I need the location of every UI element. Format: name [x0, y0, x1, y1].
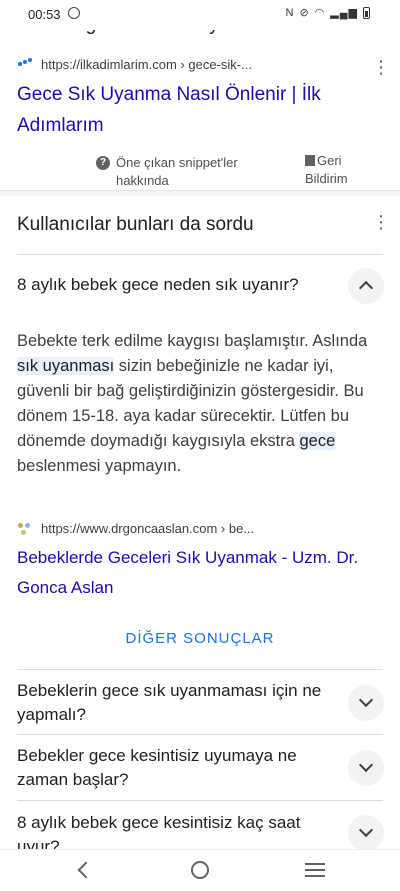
paa-heading: Kullanıcılar bunları da sordu: [17, 214, 254, 235]
answer-text: beslenmesi yapmayın.: [17, 457, 182, 475]
source-title-link[interactable]: Bebeklerde Geceleri Sık Uyanmak - Uzm. D…: [17, 543, 387, 603]
paa-question-expanded[interactable]: 8 aylık bebek gece neden sık uyanır?: [0, 266, 400, 306]
about-snippets-link[interactable]: ? Öne çıkan snippet'ler hakkında: [96, 154, 266, 190]
more-options-icon[interactable]: ⋮: [372, 58, 390, 76]
status-time: 00:53: [28, 7, 61, 22]
paa-question-text: 8 aylık bebek gece kesintisiz kaç saat u…: [17, 813, 301, 849]
expand-button[interactable]: [348, 685, 384, 721]
search-result: https://ilkadimlarim.com › gece-sik-... …: [0, 50, 400, 190]
site-favicon-icon: [18, 58, 34, 68]
signal-icon: ▂▄▆: [330, 7, 358, 19]
source-favicon-icon: [18, 523, 31, 537]
paa-more-options-icon[interactable]: ⋮: [372, 213, 390, 231]
more-results-button[interactable]: DİĞER SONUÇLAR: [0, 630, 400, 647]
section-separator: [0, 190, 400, 196]
chevron-down-icon: [358, 822, 374, 838]
paa-answer: Bebekte terk edilme kaygısı başlamıştır.…: [17, 329, 383, 479]
chevron-down-icon: [358, 692, 374, 708]
nfc-icon: N: [285, 6, 295, 19]
source-url[interactable]: https://www.drgoncaaslan.com › be...: [41, 521, 254, 536]
status-bar: 00:53 N ⊘ ◠ ▂▄▆: [0, 0, 400, 30]
feedback-button[interactable]: Geri Bildirim: [305, 152, 375, 188]
system-nav-bar: [0, 849, 400, 891]
recents-icon[interactable]: [305, 863, 325, 877]
back-icon[interactable]: [77, 861, 95, 879]
answer-text: Bebekte terk edilme kaygısı başlamıştır.…: [17, 332, 368, 350]
expand-button[interactable]: [348, 750, 384, 786]
result-title-link[interactable]: Gece Sık Uyanma Nasıl Önlenir | İlk Adım…: [17, 79, 377, 141]
status-icons: N ⊘ ◠ ▂▄▆: [285, 6, 370, 19]
paa-question-text: 8 aylık bebek gece neden sık uyanır?: [17, 275, 299, 294]
collapse-button[interactable]: [348, 268, 384, 304]
chevron-up-icon: [358, 280, 374, 296]
expand-button[interactable]: [348, 815, 384, 849]
home-icon[interactable]: [191, 861, 209, 879]
chevron-down-icon: [358, 757, 374, 773]
paa-question[interactable]: 8 aylık bebek gece kesintisiz kaç saat u…: [0, 801, 400, 849]
feedback-icon: [305, 155, 315, 166]
mute-icon: ⊘: [299, 7, 310, 19]
whatsapp-icon: [68, 7, 80, 19]
divider: [17, 254, 383, 255]
paa-question-text: Bebekler gece kesintisiz uyumaya ne zama…: [17, 746, 297, 789]
battery-icon: [363, 6, 370, 19]
result-url[interactable]: https://ilkadimlarim.com › gece-sik-...: [41, 57, 252, 72]
paa-question[interactable]: Bebekler gece kesintisiz uyumaya ne zama…: [0, 735, 400, 799]
paa-question-text: Bebeklerin gece sık uyanmaması için ne y…: [17, 681, 322, 724]
answer-highlight: gece: [299, 432, 336, 450]
about-snippets-label: Öne çıkan snippet'ler hakkında: [116, 155, 238, 188]
help-icon: ?: [96, 156, 110, 170]
paa-question[interactable]: Bebeklerin gece sık uyanmaması için ne y…: [0, 670, 400, 734]
wifi-icon: ◠: [314, 7, 326, 19]
answer-highlight: sık uyanması: [17, 357, 115, 375]
